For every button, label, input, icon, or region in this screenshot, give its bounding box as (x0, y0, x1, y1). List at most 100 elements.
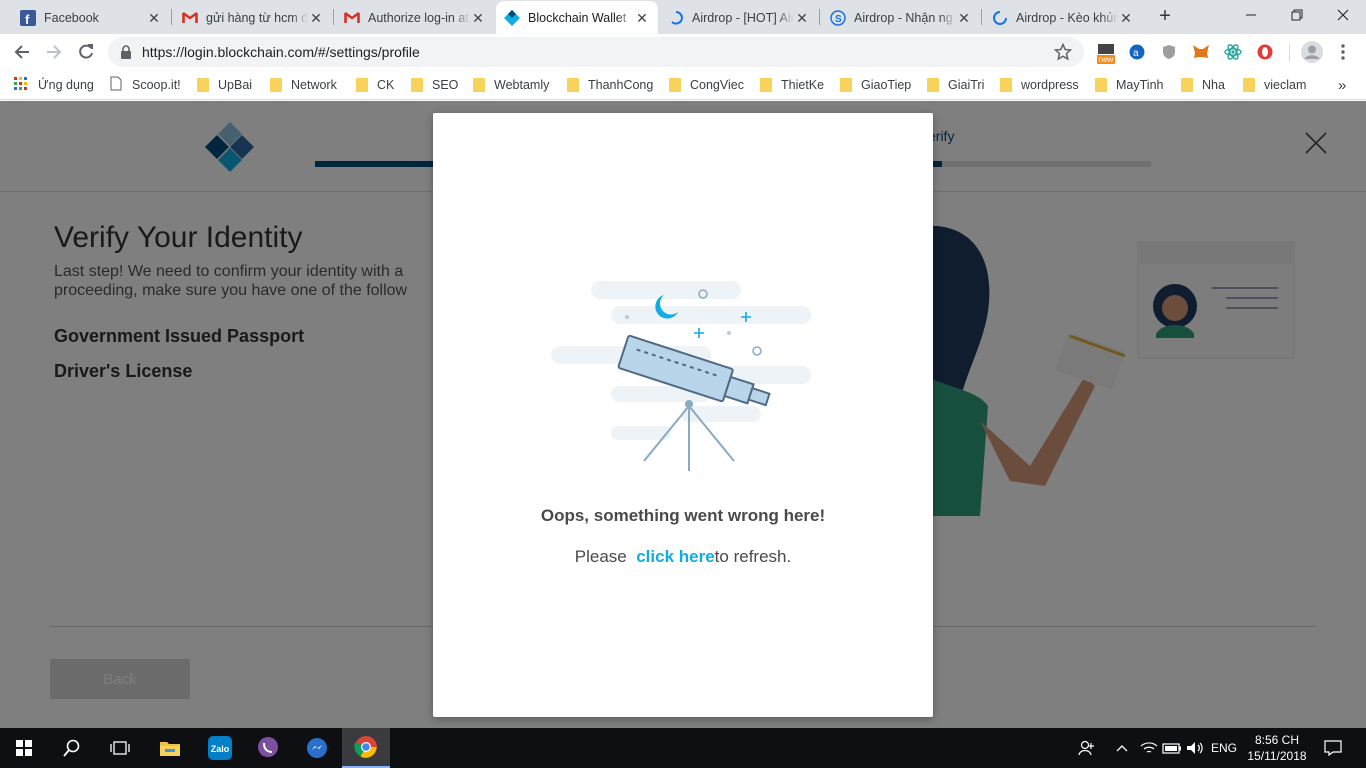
apps-grid-icon (14, 76, 28, 94)
zalo-icon[interactable]: Zalo (196, 728, 244, 768)
clock[interactable]: 8:56 CH 15/11/2018 (1244, 731, 1310, 765)
folder-icon (567, 78, 579, 92)
gmail-icon (182, 10, 198, 26)
tab-title: Airdrop - Kèo khủng (1016, 10, 1118, 25)
metamask-icon[interactable] (1192, 43, 1210, 61)
bookmark-label: vieclam (1264, 78, 1307, 92)
profile-avatar-icon[interactable] (1300, 40, 1324, 64)
tab-facebook[interactable]: f Facebook ✕ (12, 1, 170, 34)
star-icon[interactable] (1053, 42, 1073, 66)
tab-airdrop-2[interactable]: S Airdrop - Nhận ng ✕ (822, 1, 980, 34)
bookmark-label: GiaoTiep (861, 78, 912, 92)
bookmark-scoopit[interactable]: Scoop.it! (110, 76, 181, 94)
bookmark-apps[interactable]: Ứng dụng (14, 76, 94, 94)
reload-icon[interactable] (74, 40, 98, 64)
error-message: Please click hereto refresh. (433, 547, 933, 567)
bookmark-folder-wordpress[interactable]: wordpress (1000, 76, 1079, 94)
opera-vpn-icon[interactable] (1256, 43, 1274, 61)
zalo-label: Zalo (211, 744, 230, 754)
new-tab-button[interactable]: + (1154, 6, 1176, 28)
bookmark-label: Nha (1202, 78, 1225, 92)
extension-badge: new (1096, 54, 1116, 64)
bookmark-folder-thanhcong[interactable]: ThanhCong (567, 76, 653, 94)
close-tab-icon[interactable]: ✕ (146, 10, 162, 26)
restore-button[interactable] (1274, 0, 1320, 30)
more-bookmarks-button[interactable]: » (1338, 76, 1346, 94)
bookmark-folder-giaitri[interactable]: GiaiTri (927, 76, 984, 94)
bookmark-folder-maytinh[interactable]: MayTinh (1095, 76, 1163, 94)
react-devtools-icon[interactable] (1224, 43, 1242, 61)
close-tab-icon[interactable]: ✕ (634, 10, 650, 26)
tab-airdrop-1[interactable]: Airdrop - [HOT] Air ✕ (660, 1, 818, 34)
close-tab-icon[interactable]: ✕ (308, 10, 324, 26)
bookmark-folder-giaotiep[interactable]: GiaoTiep (840, 76, 911, 94)
svg-text:a: a (1133, 48, 1139, 59)
tab-title: Airdrop - [HOT] Air (692, 10, 794, 25)
tab-divider (981, 9, 982, 25)
forward-icon[interactable] (42, 40, 66, 64)
windows-start-icon[interactable] (0, 728, 48, 768)
tray-chevron-icon[interactable] (1114, 738, 1130, 758)
chrome-taskbar-icon[interactable] (342, 728, 390, 768)
extension-new-icon[interactable]: new (1095, 40, 1117, 66)
back-icon[interactable] (10, 40, 34, 64)
folder-icon (669, 78, 681, 92)
viber-icon[interactable] (244, 728, 292, 768)
close-tab-icon[interactable]: ✕ (794, 10, 810, 26)
people-icon[interactable] (1077, 738, 1097, 758)
bookmark-folder-vieclam[interactable]: vieclam (1243, 76, 1306, 94)
autofill-extension-icon[interactable]: a (1128, 43, 1146, 61)
messenger-icon[interactable] (293, 728, 341, 768)
shield-extension-icon[interactable] (1160, 43, 1178, 61)
lock-icon (120, 45, 132, 64)
error-title: Oops, something went wrong here! (540, 506, 826, 525)
refresh-link[interactable]: click here (636, 547, 714, 566)
action-center-icon[interactable] (1322, 738, 1344, 758)
tab-blockchain-wallet[interactable]: Blockchain Wallet ✕ (496, 1, 658, 34)
close-tab-icon[interactable]: ✕ (1118, 10, 1134, 26)
windows-taskbar: Zalo ENG 8:56 CH 15/11/2018 (0, 728, 1366, 768)
facebook-icon: f (20, 9, 36, 26)
error-message-prefix: Please (574, 547, 627, 566)
tab-title: Authorize log-in at (368, 10, 469, 25)
close-tab-icon[interactable]: ✕ (470, 10, 486, 26)
bookmark-label: GiaiTri (948, 78, 985, 92)
error-message-suffix: to refresh. (714, 547, 792, 566)
task-view-icon[interactable] (96, 728, 144, 768)
bookmark-label: Ứng dụng (38, 78, 94, 92)
bookmarks-bar: Ứng dụng Scoop.it! UpBai Network CK SEO … (0, 70, 1366, 100)
steemit-icon: S (830, 9, 846, 26)
minimize-button[interactable] (1228, 0, 1274, 30)
close-tab-icon[interactable]: ✕ (956, 10, 972, 26)
tab-strip: f Facebook ✕ gửi hàng từ hcm đi ✕ Author… (0, 0, 1366, 34)
folder-icon (270, 78, 282, 92)
bookmark-label: Network (291, 78, 337, 92)
wifi-icon[interactable] (1140, 738, 1158, 758)
tab-gmail-1[interactable]: gửi hàng từ hcm đi ✕ (174, 1, 332, 34)
close-window-button[interactable] (1320, 0, 1366, 30)
file-explorer-icon[interactable] (146, 728, 194, 768)
folder-icon (197, 78, 209, 92)
address-bar[interactable]: https://login.blockchain.com/#/settings/… (108, 37, 1084, 67)
bookmark-folder-network[interactable]: Network (270, 76, 337, 94)
bookmark-folder-congviec[interactable]: CongViec (669, 76, 744, 94)
bookmark-folder-ck[interactable]: CK (356, 76, 394, 94)
bookmark-folder-seo[interactable]: SEO (411, 76, 458, 94)
menu-kebab-icon[interactable] (1334, 43, 1352, 61)
bookmark-folder-webtamly[interactable]: Webtamly (473, 76, 549, 94)
folder-icon (1181, 78, 1193, 92)
bookmark-folder-thietke[interactable]: ThietKe (760, 76, 824, 94)
search-icon[interactable] (48, 728, 96, 768)
battery-icon[interactable] (1162, 738, 1182, 758)
page-icon (110, 76, 122, 94)
tab-title: Facebook (44, 10, 99, 25)
bookmark-label: Scoop.it! (132, 78, 181, 92)
volume-icon[interactable] (1186, 738, 1206, 758)
toolbar-divider (1289, 44, 1290, 62)
tab-gmail-2[interactable]: Authorize log-in at ✕ (336, 1, 494, 34)
bookmark-folder-upbai[interactable]: UpBai (197, 76, 252, 94)
bookmark-folder-nha[interactable]: Nha (1181, 76, 1225, 94)
tab-airdrop-3[interactable]: Airdrop - Kèo khủng ✕ (984, 1, 1142, 34)
bookmark-label: CongViec (690, 78, 744, 92)
input-language[interactable]: ENG (1210, 738, 1238, 758)
